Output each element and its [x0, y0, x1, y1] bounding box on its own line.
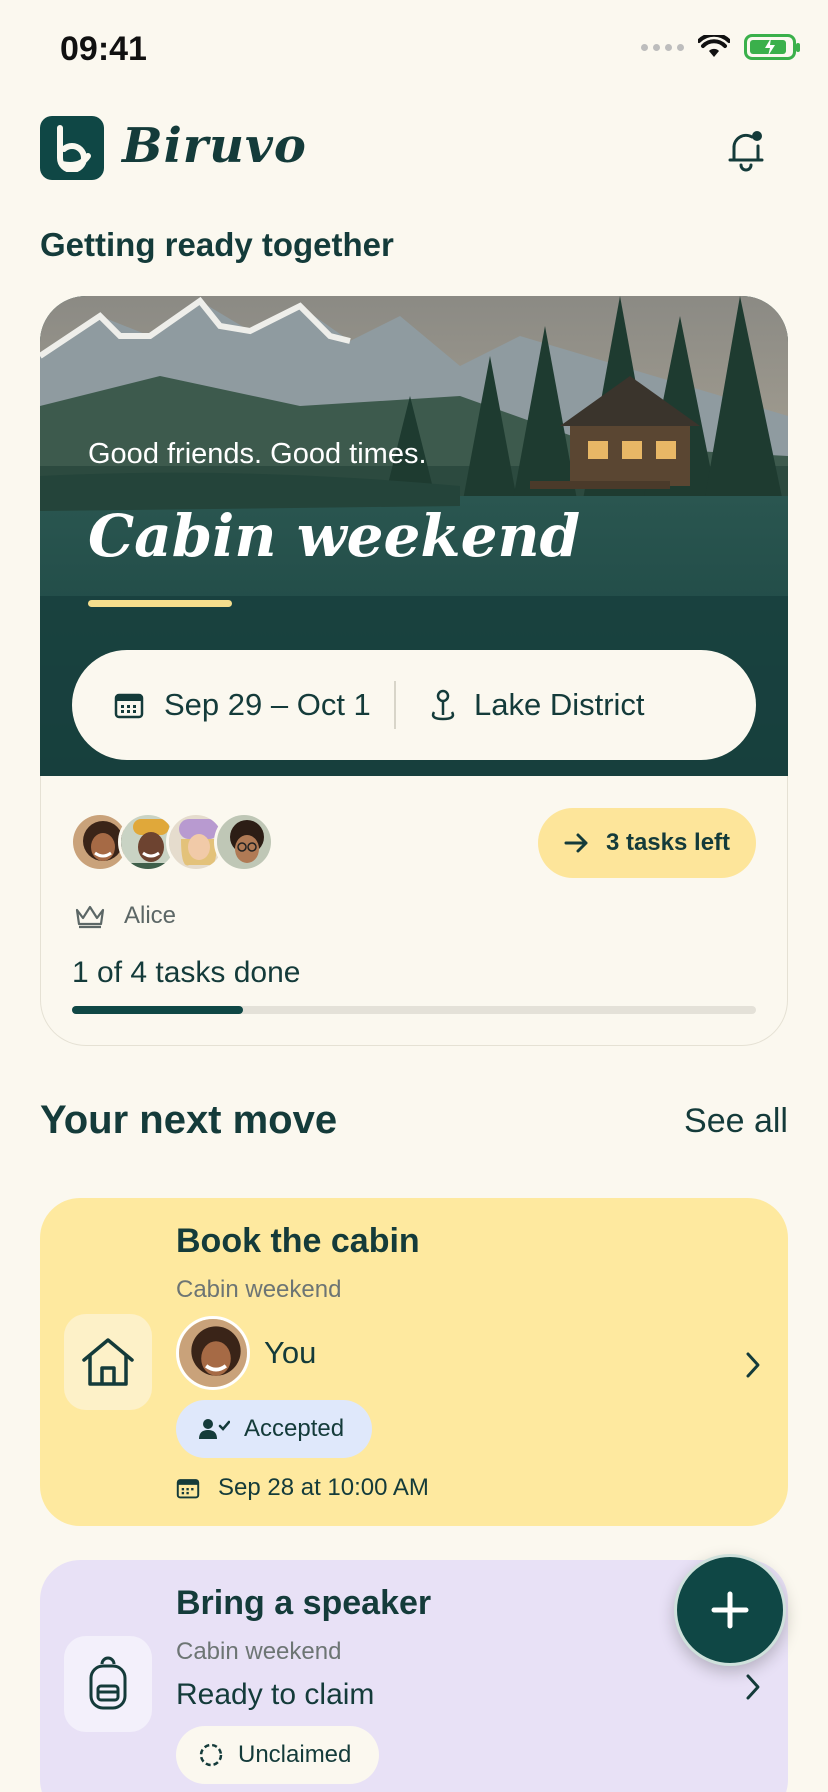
status-badge-label: Accepted [244, 1415, 345, 1442]
chevron-right-icon [746, 1352, 760, 1378]
user-check-icon [199, 1419, 230, 1439]
add-button[interactable] [674, 1554, 786, 1666]
member-avatars[interactable] [70, 812, 274, 872]
page-subtitle: Getting ready together [40, 226, 394, 263]
task-icon-container [64, 1314, 152, 1410]
task-assignee-name: You [264, 1335, 317, 1370]
trip-dates: Sep 29 – Oct 1 [72, 687, 394, 723]
crown-icon [75, 905, 105, 929]
task-title: Bring a speaker [176, 1584, 432, 1622]
progress-bar [72, 1006, 756, 1014]
backpack-icon [89, 1656, 127, 1710]
section-title: Your next move [40, 1098, 338, 1142]
plus-icon [711, 1591, 749, 1629]
dashed-circle-icon [199, 1743, 223, 1767]
avatar [176, 1316, 250, 1390]
notifications-button[interactable] [726, 128, 766, 172]
app-brand-name: Biruvo [122, 118, 307, 174]
trip-location: Lake District [396, 687, 645, 723]
tasks-left-button[interactable]: 3 tasks left [538, 808, 756, 878]
tasks-left-label: 3 tasks left [605, 829, 731, 856]
status-icons [641, 34, 800, 60]
location-pin-icon [431, 689, 455, 721]
avatar [214, 812, 274, 872]
trip-card-hero[interactable]: Good friends. Good times. Cabin weekend … [40, 296, 788, 776]
status-time: 09:41 [60, 30, 147, 68]
task-trip-name: Cabin weekend [176, 1276, 342, 1303]
trip-owner: Alice [74, 902, 176, 930]
progress-label: 1 of 4 tasks done [72, 956, 301, 989]
bell-icon [728, 131, 764, 172]
calendar-icon [114, 693, 144, 719]
battery-charging-icon [744, 34, 800, 60]
task-due: Sep 28 at 10:00 AM [176, 1474, 429, 1502]
app-logo [40, 116, 104, 180]
task-due-text: Sep 28 at 10:00 AM [218, 1474, 429, 1501]
progress-fill [72, 1006, 243, 1014]
trip-info-pill: Sep 29 – Oct 1 Lake District [72, 650, 756, 760]
task-card-book-cabin[interactable]: Book the cabin Cabin weekend You Accepte… [40, 1198, 788, 1526]
status-badge: Unclaimed [176, 1726, 380, 1784]
status-badge-label: Unclaimed [238, 1741, 352, 1768]
title-underline [88, 600, 232, 607]
task-assignee: You [176, 1316, 316, 1390]
trip-tagline: Good friends. Good times. [88, 438, 427, 470]
calendar-icon [176, 1479, 200, 1499]
chevron-right-icon [746, 1674, 760, 1700]
trip-dates-text: Sep 29 – Oct 1 [164, 687, 371, 722]
cellular-signal-icon [641, 43, 684, 51]
task-trip-name: Cabin weekend [176, 1638, 342, 1665]
task-icon-container [64, 1636, 152, 1732]
arrow-right-icon [564, 833, 588, 853]
see-all-link[interactable]: See all [684, 1102, 788, 1141]
house-icon [82, 1338, 134, 1386]
trip-owner-name: Alice [124, 902, 177, 929]
task-state-text: Ready to claim [176, 1678, 375, 1711]
wifi-icon [698, 35, 730, 57]
status-badge: Accepted [176, 1400, 373, 1458]
trip-title: Cabin weekend [88, 502, 581, 570]
task-title: Book the cabin [176, 1222, 420, 1260]
trip-location-text: Lake District [474, 687, 645, 722]
